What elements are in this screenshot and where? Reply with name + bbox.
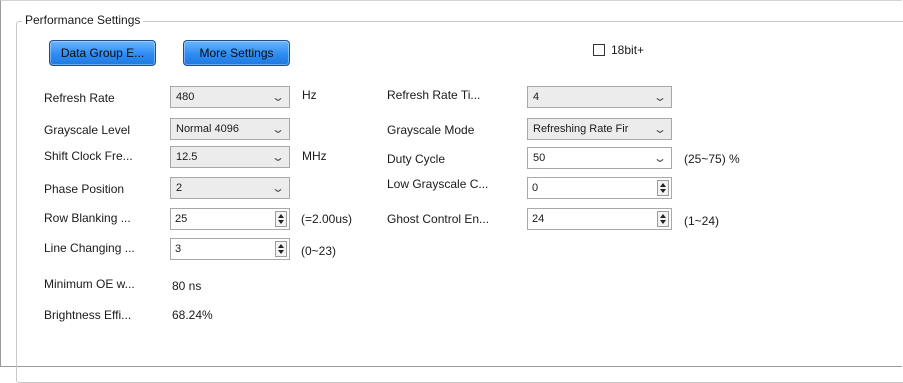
low-grayscale-label: Low Grayscale C... [387,177,489,191]
checkbox-18bit-label: 18bit+ [611,43,645,57]
chevron-down-icon: ⌄ [270,122,286,136]
row-blanking-note: (=2.00us) [301,212,353,226]
brightness-eff-label: Brightness Effi... [44,308,132,322]
brightness-eff-value: 68.24% [172,308,213,322]
group-title: Performance Settings [22,13,144,27]
checkbox-18bit[interactable] [593,44,605,56]
chevron-down-icon: ⌄ [270,150,286,164]
row-blanking-spinbox[interactable]: 25 [170,208,290,230]
refresh-rate-times-label: Refresh Rate Ti... [387,88,481,102]
spin-arrows-icon[interactable] [275,241,287,257]
chevron-down-icon: ⌄ [652,122,668,136]
low-grayscale-spinbox[interactable]: 0 [527,177,672,199]
minimum-oe-value: 80 ns [172,279,202,293]
ghost-control-note: (1~24) [684,214,720,228]
chevron-down-icon: ⌄ [652,90,668,104]
grayscale-level-label: Grayscale Level [44,123,131,137]
duty-cycle-note: (25~75) % [684,152,740,166]
grayscale-mode-value: Refreshing Rate Fir [533,123,629,135]
spin-arrows-icon[interactable] [657,180,669,196]
phase-position-label: Phase Position [44,182,125,196]
chevron-down-icon: ⌄ [270,181,286,195]
low-grayscale-value: 0 [532,182,539,194]
duty-cycle-select[interactable]: 50 ⌄ [527,147,672,169]
phase-position-select[interactable]: 2 ⌄ [170,177,290,199]
shift-clock-label: Shift Clock Fre... [44,149,133,163]
row-blanking-value: 25 [175,213,188,225]
more-settings-button[interactable]: More Settings [183,40,290,66]
refresh-rate-unit: Hz [302,88,317,102]
phase-position-value: 2 [176,182,183,194]
grayscale-mode-select[interactable]: Refreshing Rate Fir ⌄ [527,118,672,140]
chevron-down-icon: ⌄ [652,151,668,165]
line-changing-spinbox[interactable]: 3 [170,238,290,260]
refresh-rate-select[interactable]: 480 ⌄ [170,86,290,108]
duty-cycle-label: Duty Cycle [387,152,446,166]
performance-settings-group [16,21,903,383]
refresh-rate-value: 480 [176,91,195,103]
row-blanking-label: Row Blanking ... [44,211,131,225]
shift-clock-value: 12.5 [176,151,198,163]
line-changing-label: Line Changing ... [44,241,135,255]
refresh-rate-times-value: 4 [533,91,540,103]
grayscale-level-value: Normal 4096 [176,123,239,135]
spin-arrows-icon[interactable] [275,211,287,227]
minimum-oe-label: Minimum OE w... [44,277,135,291]
line-changing-note: (0~23) [301,244,337,258]
ghost-control-value: 24 [532,213,545,225]
duty-cycle-value: 50 [533,152,546,164]
refresh-rate-label: Refresh Rate [44,91,115,105]
shift-clock-select[interactable]: 12.5 ⌄ [170,146,290,168]
grayscale-mode-label: Grayscale Mode [387,123,475,137]
spin-arrows-icon[interactable] [657,211,669,227]
data-group-button[interactable]: Data Group E... [49,40,156,66]
ghost-control-label: Ghost Control En... [387,212,490,226]
line-changing-value: 3 [175,243,182,255]
refresh-rate-times-select[interactable]: 4 ⌄ [527,86,672,108]
ghost-control-spinbox[interactable]: 24 [527,208,672,230]
grayscale-level-select[interactable]: Normal 4096 ⌄ [170,118,290,140]
shift-clock-unit: MHz [302,149,327,163]
chevron-down-icon: ⌄ [270,90,286,104]
